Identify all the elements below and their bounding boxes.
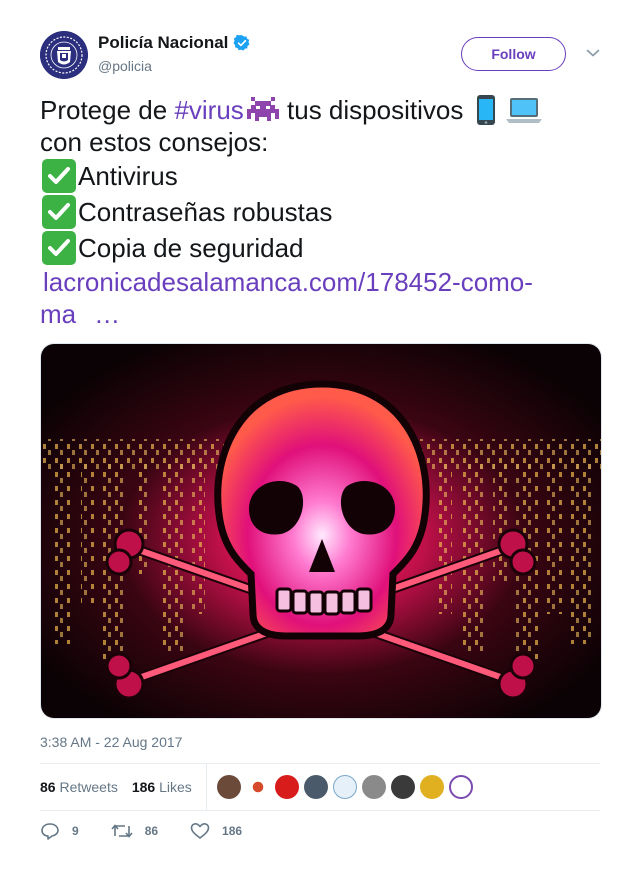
tweet-link-line-1: lacronicadesalamanca.com/178452-como- xyxy=(40,266,600,298)
check-mark-emoji xyxy=(42,231,76,265)
article-link-ellipsis[interactable]: … xyxy=(94,298,120,330)
tweet-text-after-hashtag: tus dispositivos xyxy=(279,95,464,125)
retweets-label: Retweets xyxy=(59,779,118,795)
liker-avatar[interactable] xyxy=(245,775,270,799)
tip-text: Contraseñas robustas xyxy=(78,197,333,227)
liker-avatar[interactable] xyxy=(332,775,357,799)
verified-badge-icon xyxy=(233,34,250,51)
liker-avatar[interactable] xyxy=(448,775,473,799)
article-link[interactable]: lacronicadesalamanca.com/178452-como- xyxy=(43,266,533,298)
chevron-down-icon[interactable] xyxy=(586,48,600,58)
reply-action[interactable]: 9 xyxy=(40,822,79,840)
space-invader-emoji xyxy=(246,97,279,121)
media-image[interactable] xyxy=(40,343,602,719)
handle[interactable]: @policia xyxy=(98,58,251,74)
reply-count: 9 xyxy=(72,824,79,838)
reply-icon xyxy=(41,823,59,840)
author-info: Policía Nacional @policia xyxy=(98,33,251,74)
tweet-line-1: Protege de #virus tus dispositivos xyxy=(40,94,600,126)
likes-label: Likes xyxy=(159,779,192,795)
timestamp[interactable]: 3:38 AM - 22 Aug 2017 xyxy=(40,734,182,750)
retweets-count: 86 xyxy=(40,779,56,795)
mobile-phone-emoji xyxy=(477,95,496,125)
author-name-row: Policía Nacional xyxy=(98,33,251,53)
check-mark-emoji xyxy=(42,195,76,229)
police-badge-icon xyxy=(40,31,88,79)
like-action[interactable]: 186 xyxy=(190,822,242,840)
article-link-continued[interactable]: ma xyxy=(40,298,76,330)
tweet-header: Policía Nacional @policia Follow xyxy=(40,30,600,82)
liker-avatar[interactable] xyxy=(274,775,299,799)
tweet-line-2: con estos consejos: xyxy=(40,126,600,158)
display-name[interactable]: Policía Nacional xyxy=(98,33,228,53)
tweet: Policía Nacional @policia Follow Protege… xyxy=(40,30,602,840)
tweet-link-line-2: ma … xyxy=(40,298,600,330)
liker-avatar[interactable] xyxy=(216,775,241,799)
tip-text: Antivirus xyxy=(78,161,178,191)
tweet-actions: 9 86 186 xyxy=(40,822,274,840)
retweet-icon xyxy=(111,824,133,838)
retweets-stat[interactable]: 86 Retweets xyxy=(40,779,118,795)
tweet-text-prefix: Protege de xyxy=(40,95,175,125)
liker-avatar[interactable] xyxy=(361,775,386,799)
liker-avatar[interactable] xyxy=(390,775,415,799)
tweet-text-line2: con estos consejos: xyxy=(40,127,269,157)
liker-avatar[interactable] xyxy=(303,775,328,799)
follow-button[interactable]: Follow xyxy=(461,37,566,71)
like-count: 186 xyxy=(222,824,243,838)
liker-avatar[interactable] xyxy=(419,775,444,799)
likes-stat[interactable]: 186 Likes xyxy=(132,779,192,795)
engagement-stats: 86 Retweets 186 Likes xyxy=(40,763,600,811)
likers-avatars xyxy=(216,775,473,799)
stats-divider xyxy=(205,764,207,810)
tip-line: Antivirus xyxy=(40,158,600,194)
laptop-emoji xyxy=(506,98,543,123)
retweet-action[interactable]: 86 xyxy=(111,822,158,840)
tip-line: Contraseñas robustas xyxy=(40,194,600,230)
tip-text: Copia de seguridad xyxy=(78,233,304,263)
hashtag-link[interactable]: #virus xyxy=(174,94,243,126)
check-mark-emoji xyxy=(42,159,76,193)
heart-icon xyxy=(190,823,210,839)
tip-line: Copia de seguridad xyxy=(40,230,600,266)
likes-count: 186 xyxy=(131,779,156,795)
skull-crossbones-image xyxy=(41,344,601,718)
tweet-text: Protege de #virus tus dispositivos con e… xyxy=(40,94,600,330)
retweet-count: 86 xyxy=(144,824,159,838)
avatar[interactable] xyxy=(40,31,88,79)
